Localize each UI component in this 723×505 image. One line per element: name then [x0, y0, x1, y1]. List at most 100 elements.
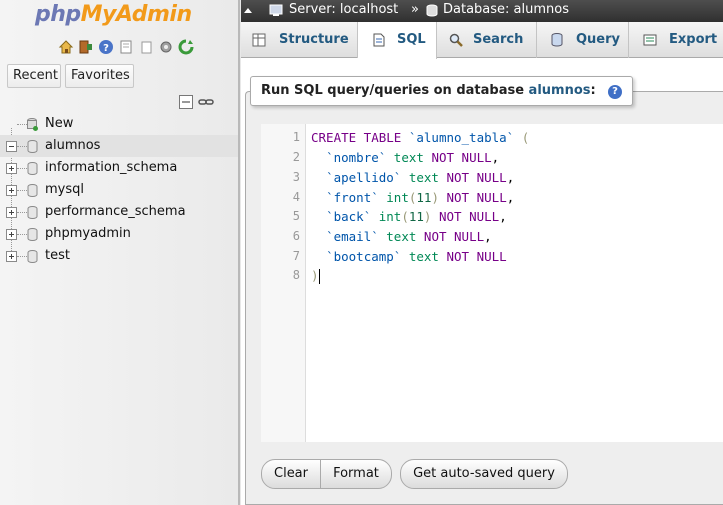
code-line-2: `nombre` text NOT NULL, [311, 150, 499, 165]
settings-gear-icon[interactable] [158, 39, 174, 55]
tree-branch [17, 234, 27, 235]
svg-text:?: ? [103, 43, 109, 54]
server-icon [269, 4, 283, 16]
sql-panel-legend: Run SQL query/queries on database alumno… [250, 76, 633, 106]
recent-button[interactable]: Recent [7, 64, 61, 88]
tree-branch [17, 256, 27, 257]
tab-export[interactable]: Export [629, 22, 723, 58]
tab-query[interactable]: Query [537, 22, 629, 58]
database-icon [27, 250, 38, 263]
tree-item-label: mysql [45, 182, 84, 197]
help-icon[interactable]: ? [608, 85, 622, 99]
export-icon [643, 34, 657, 46]
tree-item-label: phpmyadmin [45, 226, 131, 241]
tree-item-mysql[interactable]: mysql [0, 179, 238, 201]
collapse-arrow-icon[interactable] [243, 4, 253, 17]
line-number: 7 [292, 249, 300, 263]
code-token: 11 [408, 209, 424, 224]
documentation-icon[interactable] [118, 39, 134, 55]
tree-item-new[interactable]: New [0, 113, 238, 135]
code-token: `alumno_tabla` [408, 130, 515, 145]
favorites-button[interactable]: Favorites [65, 64, 134, 88]
code-token: NOT NULL [438, 190, 507, 205]
logout-icon[interactable] [78, 39, 94, 55]
new-database-icon [27, 118, 38, 131]
code-token: , [484, 229, 492, 244]
line-number-gutter: 1 2 3 4 5 6 7 8 [261, 124, 306, 442]
expand-toggle-icon[interactable] [6, 163, 17, 174]
code-token: CREATE TABLE [311, 130, 409, 145]
breadcrumb-database[interactable]: Database: alumnos [443, 2, 569, 17]
code-token: NOT NULL [431, 209, 500, 224]
quick-links: ? [58, 39, 194, 55]
tree-item-label: New [45, 116, 74, 131]
tab-sql[interactable]: SQL [358, 22, 437, 59]
tree-item-label: performance_schema [45, 204, 186, 219]
tree-item-label: information_schema [45, 160, 178, 175]
structure-icon [252, 33, 266, 47]
tab-search[interactable]: Search [437, 22, 537, 58]
query-icon [551, 33, 563, 47]
legend-text: Run SQL query/queries on database [261, 83, 529, 98]
code-token: ( [514, 130, 530, 145]
line-number: 3 [292, 170, 300, 184]
code-token: NOT NULL [438, 249, 507, 264]
tree-item-label: alumnos [45, 138, 101, 153]
tree-item-test[interactable]: test [0, 245, 238, 267]
breadcrumb-separator: » [411, 2, 419, 17]
collapse-toggle-icon[interactable] [6, 141, 17, 152]
expand-toggle-icon[interactable] [6, 207, 17, 218]
format-button[interactable]: Format [320, 459, 392, 489]
expand-toggle-icon[interactable] [6, 229, 17, 240]
home-icon[interactable] [58, 39, 74, 55]
code-token: , [499, 209, 507, 224]
tree-branch [17, 124, 27, 125]
sql-docs-icon[interactable] [138, 39, 154, 55]
collapse-all-icon[interactable] [178, 94, 194, 110]
code-line-3: `apellido` text NOT NULL, [311, 170, 514, 185]
tree-item-label: test [45, 248, 70, 263]
text-cursor [318, 269, 320, 284]
code-token: `front` [326, 190, 379, 205]
code-line-7: `bootcamp` text NOT NULL [311, 249, 507, 264]
tab-structure[interactable]: Structure [241, 22, 358, 58]
database-icon [27, 162, 38, 175]
code-line-6: `email` text NOT NULL, [311, 229, 492, 244]
code-token: NOT NULL [423, 150, 492, 165]
line-number: 1 [292, 130, 300, 144]
code-token: `email` [326, 229, 379, 244]
sql-editor[interactable]: 1 2 3 4 5 6 7 8 CREATE TABLE `alumno_tab… [261, 124, 723, 442]
expand-toggle-icon[interactable] [6, 185, 17, 196]
tree-branch [17, 168, 27, 169]
tree-item-alumnos[interactable]: alumnos [0, 135, 238, 157]
get-auto-saved-query-button[interactable]: Get auto-saved query [400, 459, 568, 489]
database-tree: New alumnos information_schema mysql per… [0, 113, 238, 267]
line-number: 8 [292, 268, 300, 282]
phpmyadmin-logo[interactable]: phpMyAdmin [35, 2, 192, 27]
legend-colon: : [590, 83, 596, 98]
clear-button[interactable]: Clear [261, 459, 321, 489]
code-token: ) [311, 268, 319, 283]
expand-toggle-icon[interactable] [6, 251, 17, 262]
breadcrumb-server[interactable]: Server: localhost [289, 2, 398, 17]
tree-item-phpmyadmin[interactable]: phpmyadmin [0, 223, 238, 245]
link-icon[interactable] [198, 94, 214, 110]
reload-icon[interactable] [178, 39, 194, 55]
legend-database-link[interactable]: alumnos [529, 83, 591, 98]
database-icon [27, 140, 38, 153]
tree-controls [178, 94, 214, 110]
database-icon [27, 228, 38, 241]
code-token: `apellido` [326, 170, 402, 185]
code-token: , [506, 170, 515, 185]
tree-item-information-schema[interactable]: information_schema [0, 157, 238, 179]
code-token: , [506, 190, 515, 205]
tree-item-performance-schema[interactable]: performance_schema [0, 201, 238, 223]
code-token: int [371, 209, 402, 224]
line-number: 2 [292, 150, 300, 164]
line-number: 6 [292, 229, 300, 243]
code-token: int [378, 190, 409, 205]
code-line-4: `front` int(11) NOT NULL, [311, 190, 514, 205]
help-icon[interactable]: ? [98, 39, 114, 55]
